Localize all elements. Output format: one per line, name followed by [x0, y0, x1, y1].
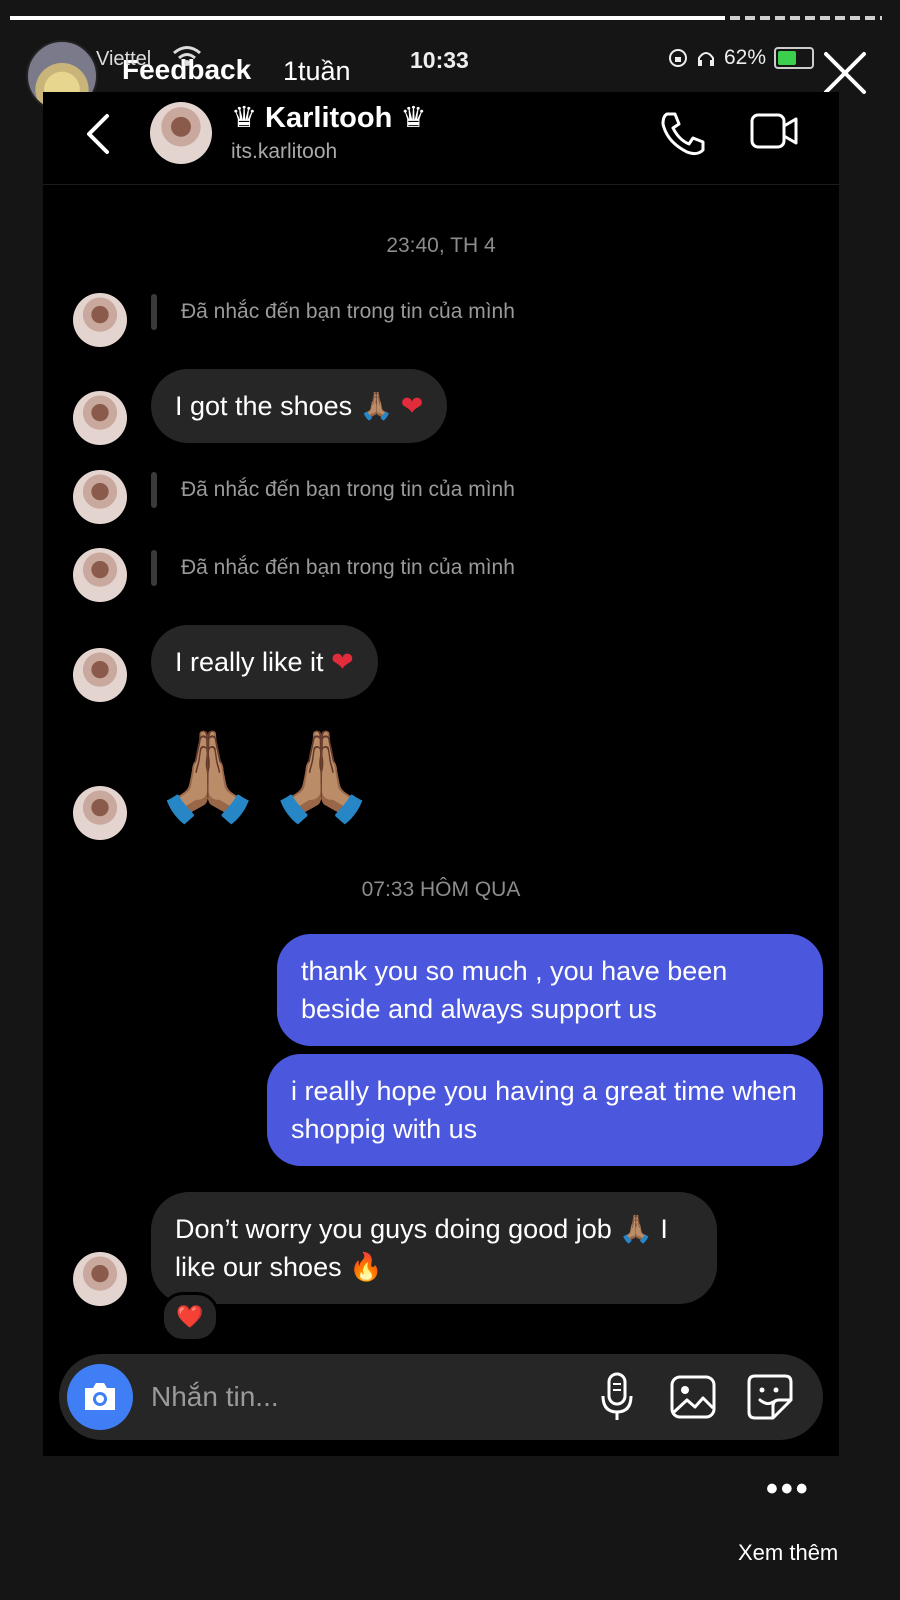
rotation-lock-icon: [669, 49, 687, 67]
battery-percent: 62%: [724, 46, 767, 69]
microphone-icon[interactable]: [599, 1372, 635, 1422]
sticker-icon[interactable]: [745, 1372, 795, 1422]
timestamp: 07:33 HÔM QUA: [361, 878, 521, 901]
chat-header: ♛ Karlitooh ♛ its.karlitooh: [43, 92, 839, 185]
timestamp: 23:40, TH 4: [386, 234, 496, 257]
carrier-name: Viettel: [96, 48, 152, 70]
contact-name[interactable]: ♛ Karlitooh ♛: [231, 100, 426, 135]
message-bubble-incoming[interactable]: Don’t worry you guys doing good job 🙏🏽 I…: [151, 1192, 717, 1304]
message-composer: [59, 1354, 823, 1440]
camera-icon: [85, 1383, 115, 1410]
video-call-icon[interactable]: [749, 110, 799, 152]
message-reaction[interactable]: ❤️: [161, 1292, 219, 1342]
sender-avatar[interactable]: [73, 648, 127, 702]
status-time: 10:33: [410, 47, 469, 73]
status-indicators: 62%: [668, 46, 815, 70]
phone-icon[interactable]: [657, 108, 707, 158]
story-progress-bar: [10, 16, 882, 20]
story-mention-notice[interactable]: Đã nhắc đến bạn trong tin của mình: [151, 294, 515, 330]
sender-avatar[interactable]: [73, 470, 127, 524]
message-input[interactable]: [149, 1376, 573, 1418]
story-mention-notice[interactable]: Đã nhắc đến bạn trong tin của mình: [151, 472, 515, 508]
contact-handle: its.karlitooh: [231, 140, 338, 163]
sender-avatar[interactable]: [73, 548, 127, 602]
heart-emoji: ❤: [331, 647, 354, 677]
see-more-link[interactable]: Xem thêm: [738, 1540, 838, 1566]
contact-avatar[interactable]: [150, 102, 212, 164]
sender-avatar[interactable]: [73, 786, 127, 840]
story-age: 1tuần: [283, 56, 351, 86]
chat-screenshot: ♛ Karlitooh ♛ its.karlitooh 23:40, TH 4 …: [43, 92, 839, 1456]
battery-icon: [774, 47, 815, 69]
message-text: I got the shoes 🙏🏽: [175, 391, 394, 421]
heart-reaction-icon: ❤️: [176, 1304, 204, 1329]
close-icon[interactable]: [820, 48, 870, 98]
message-text: I really like it: [175, 647, 324, 677]
message-bubble-incoming[interactable]: I got the shoes 🙏🏽 ❤: [151, 369, 448, 443]
headphones-icon: [698, 52, 714, 66]
message-bubble-outgoing[interactable]: thank you so much , you have been beside…: [277, 934, 823, 1046]
more-options-icon[interactable]: •••: [766, 1470, 811, 1509]
back-chevron-icon[interactable]: [83, 112, 113, 156]
sender-avatar[interactable]: [73, 1252, 127, 1306]
sender-avatar[interactable]: [73, 293, 127, 347]
message-bubble-incoming[interactable]: I really like it ❤: [151, 625, 378, 699]
camera-button[interactable]: [67, 1364, 133, 1430]
gallery-icon[interactable]: [669, 1374, 717, 1420]
large-emoji-message[interactable]: 🙏🏽🙏🏽: [153, 732, 380, 820]
story-progress-fill: [10, 16, 726, 20]
story-avatar-image: [38, 50, 82, 64]
story-mention-notice[interactable]: Đã nhắc đến bạn trong tin của mình: [151, 550, 515, 586]
wifi-icon: [173, 46, 201, 66]
sender-avatar[interactable]: [73, 391, 127, 445]
message-bubble-outgoing[interactable]: i really hope you having a great time wh…: [267, 1054, 823, 1166]
heart-emoji: ❤: [400, 391, 424, 421]
battery-level: [778, 51, 797, 65]
